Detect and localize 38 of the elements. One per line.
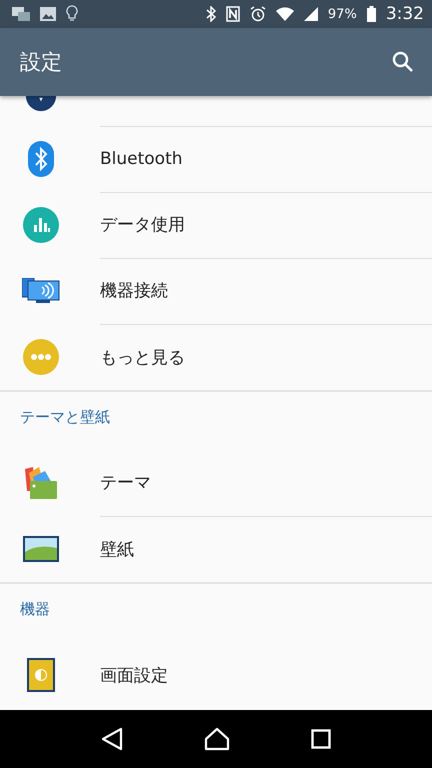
item-label: 機器接続 [100, 280, 168, 302]
settings-item[interactable]: テーマ [0, 450, 432, 516]
section-header: 機器 [20, 600, 50, 618]
item-label: Bluetooth [100, 148, 183, 168]
app-bar-title: 設定 [20, 49, 63, 76]
back-icon[interactable] [100, 727, 123, 751]
brightness-icon [27, 658, 55, 692]
settings-item[interactable]: 画面設定 [0, 642, 432, 708]
signal-icon [304, 7, 318, 21]
clock: 3:32 [386, 4, 424, 24]
battery-icon [366, 6, 376, 22]
item-label: データ使用 [100, 214, 185, 236]
settings-item[interactable]: 機器接続 [0, 258, 432, 324]
bar-chart-icon [23, 207, 59, 243]
item-label: もっと見る [100, 346, 185, 368]
section-header: テーマと壁紙 [20, 408, 110, 426]
settings-item[interactable]: データ使用 [0, 192, 432, 258]
square-icon[interactable] [311, 729, 332, 749]
nfc-icon [226, 6, 240, 22]
lightbulb-icon [66, 5, 78, 23]
bluetooth-icon [28, 141, 54, 177]
alarm-clock-icon [250, 6, 266, 22]
devices-icon [22, 278, 60, 304]
settings-item[interactable]: もっと見る [0, 324, 432, 390]
bluetooth-icon [206, 6, 216, 22]
settings-item[interactable]: 壁紙 [0, 516, 432, 582]
landscape-picture-icon [23, 536, 59, 562]
screen-mirror-icon [12, 7, 30, 21]
image-icon [40, 7, 56, 21]
item-label: 画面設定 [100, 664, 168, 686]
battery-percent: 97% [328, 6, 357, 22]
search-icon[interactable] [392, 51, 414, 73]
home-icon[interactable] [204, 727, 230, 751]
color-swatches-icon [25, 467, 57, 499]
item-label: テーマ [100, 472, 151, 494]
settings-item[interactable]: Bluetooth [0, 126, 432, 192]
item-label: 壁紙 [100, 538, 134, 560]
more-icon [23, 339, 59, 375]
